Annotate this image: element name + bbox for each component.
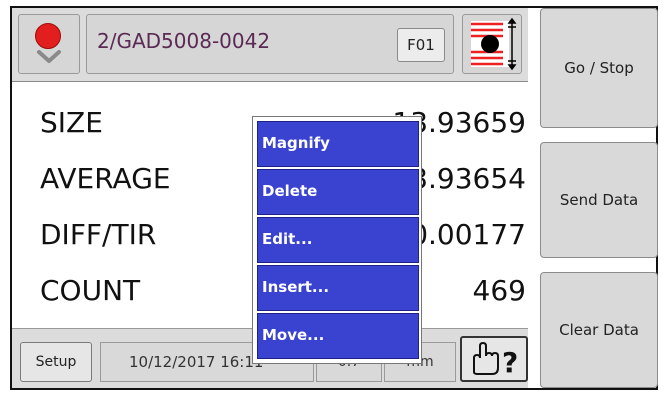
part-number-box[interactable]: 2/GAD5008-0042 F01: [86, 14, 454, 74]
feature-tag[interactable]: F01: [397, 28, 445, 62]
menu-item-delete[interactable]: Delete: [257, 169, 419, 215]
menu-item-move[interactable]: Move...: [257, 313, 419, 359]
red-light-icon: [35, 23, 61, 49]
menu-item-edit[interactable]: Edit...: [257, 217, 419, 263]
average-label: AVERAGE: [40, 162, 171, 195]
count-label: COUNT: [40, 274, 141, 307]
part-number: 2/GAD5008-0042: [97, 29, 271, 53]
count-value: 469: [472, 274, 526, 307]
chevron-down-icon: [37, 50, 61, 63]
send-data-button[interactable]: Send Data: [540, 142, 658, 258]
diff-tir-label: DIFF/TIR: [40, 218, 157, 251]
diff-tir-value: 0.00177: [410, 218, 526, 251]
go-stop-button[interactable]: Go / Stop: [540, 8, 658, 128]
clear-data-button[interactable]: Clear Data: [540, 272, 658, 388]
menu-item-magnify[interactable]: Magnify: [257, 121, 419, 167]
setup-button[interactable]: Setup: [20, 342, 92, 382]
size-label: SIZE: [40, 106, 103, 139]
context-menu: Magnify Delete Edit... Insert... Move...: [252, 116, 422, 364]
status-indicator-button[interactable]: [18, 14, 80, 74]
svg-text:?: ?: [502, 346, 518, 379]
help-button[interactable]: ?: [460, 336, 528, 382]
hand-question-icon: ?: [473, 341, 518, 379]
menu-item-insert[interactable]: Insert...: [257, 265, 419, 311]
bore-gauge-icon[interactable]: [462, 14, 522, 74]
